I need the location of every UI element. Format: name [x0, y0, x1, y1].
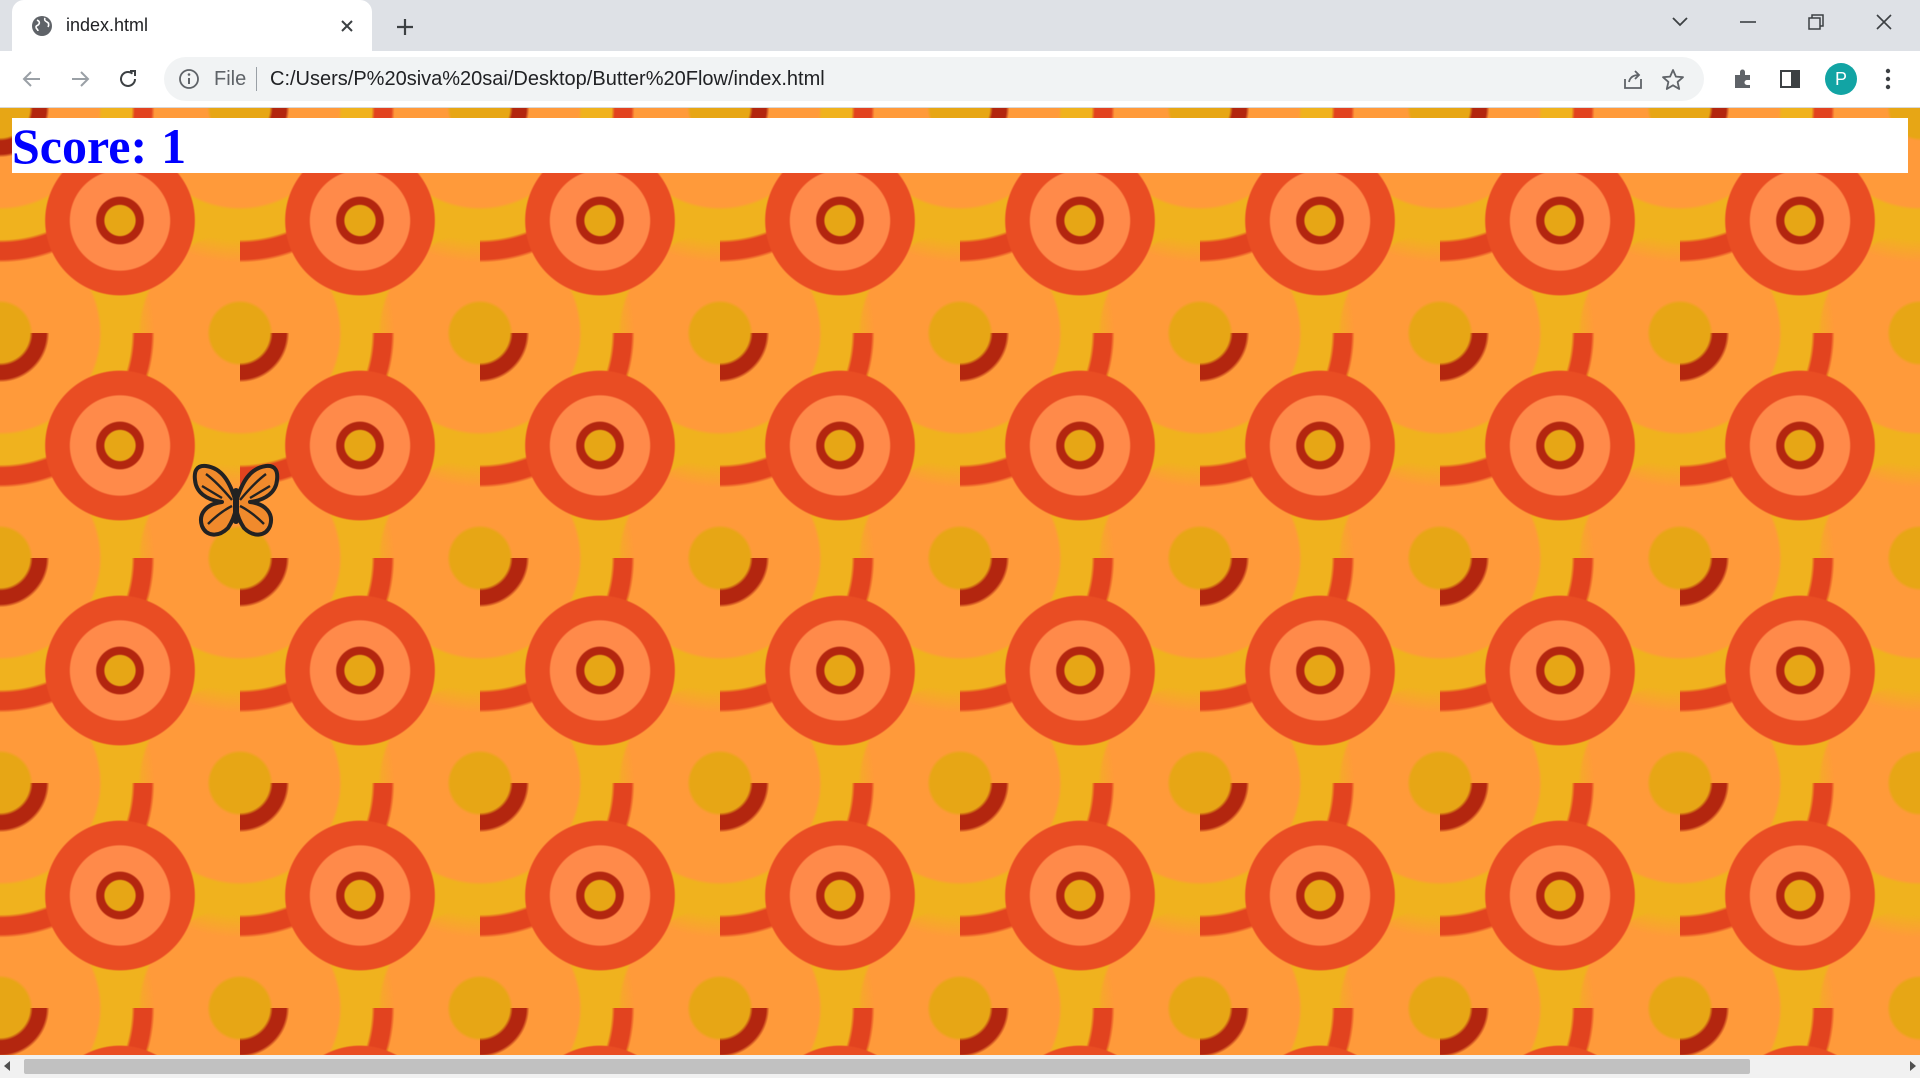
restore-icon[interactable]: [1796, 8, 1836, 36]
close-window-icon[interactable]: [1864, 8, 1904, 36]
browser-tab[interactable]: index.html: [12, 0, 372, 51]
site-info-icon[interactable]: [178, 68, 200, 90]
scroll-left-arrow-icon[interactable]: [4, 1061, 10, 1071]
extensions-puzzle-icon[interactable]: [1729, 65, 1757, 93]
game-canvas[interactable]: Score: 1: [0, 108, 1920, 1055]
minimize-icon[interactable]: [1728, 8, 1768, 36]
score-bar: Score: 1: [12, 118, 1908, 173]
close-tab-icon[interactable]: [334, 13, 360, 39]
globe-icon: [32, 16, 52, 36]
address-divider: [256, 67, 257, 91]
address-scheme: File: [214, 68, 247, 90]
address-bar[interactable]: File C:/Users/P%20siva%20sai/Desktop/But…: [164, 57, 1704, 101]
forward-button[interactable]: [64, 63, 96, 95]
score-label: Score:: [12, 118, 148, 174]
scroll-right-arrow-icon[interactable]: [1910, 1061, 1916, 1071]
bookmark-star-icon[interactable]: [1660, 67, 1686, 93]
profile-initial: P: [1834, 68, 1847, 89]
profile-avatar[interactable]: P: [1825, 63, 1857, 95]
score-display: Score: 1: [12, 120, 186, 172]
new-tab-button[interactable]: [390, 12, 420, 42]
browser-toolbar: File C:/Users/P%20siva%20sai/Desktop/But…: [0, 51, 1920, 108]
reload-button[interactable]: [112, 63, 144, 95]
tab-strip: index.html: [0, 0, 1920, 51]
back-button[interactable]: [16, 63, 48, 95]
score-value: 1: [161, 118, 187, 174]
tab-search-chevron-icon[interactable]: [1660, 8, 1700, 36]
scrollbar-thumb[interactable]: [24, 1059, 1750, 1074]
side-panel-icon[interactable]: [1776, 65, 1804, 93]
address-url[interactable]: C:/Users/P%20siva%20sai/Desktop/Butter%2…: [270, 68, 825, 91]
butterfly-icon[interactable]: [192, 462, 280, 542]
more-menu-icon[interactable]: [1874, 65, 1902, 93]
tab-title: index.html: [66, 15, 149, 35]
horizontal-scrollbar[interactable]: [0, 1055, 1920, 1078]
share-icon[interactable]: [1620, 67, 1646, 93]
